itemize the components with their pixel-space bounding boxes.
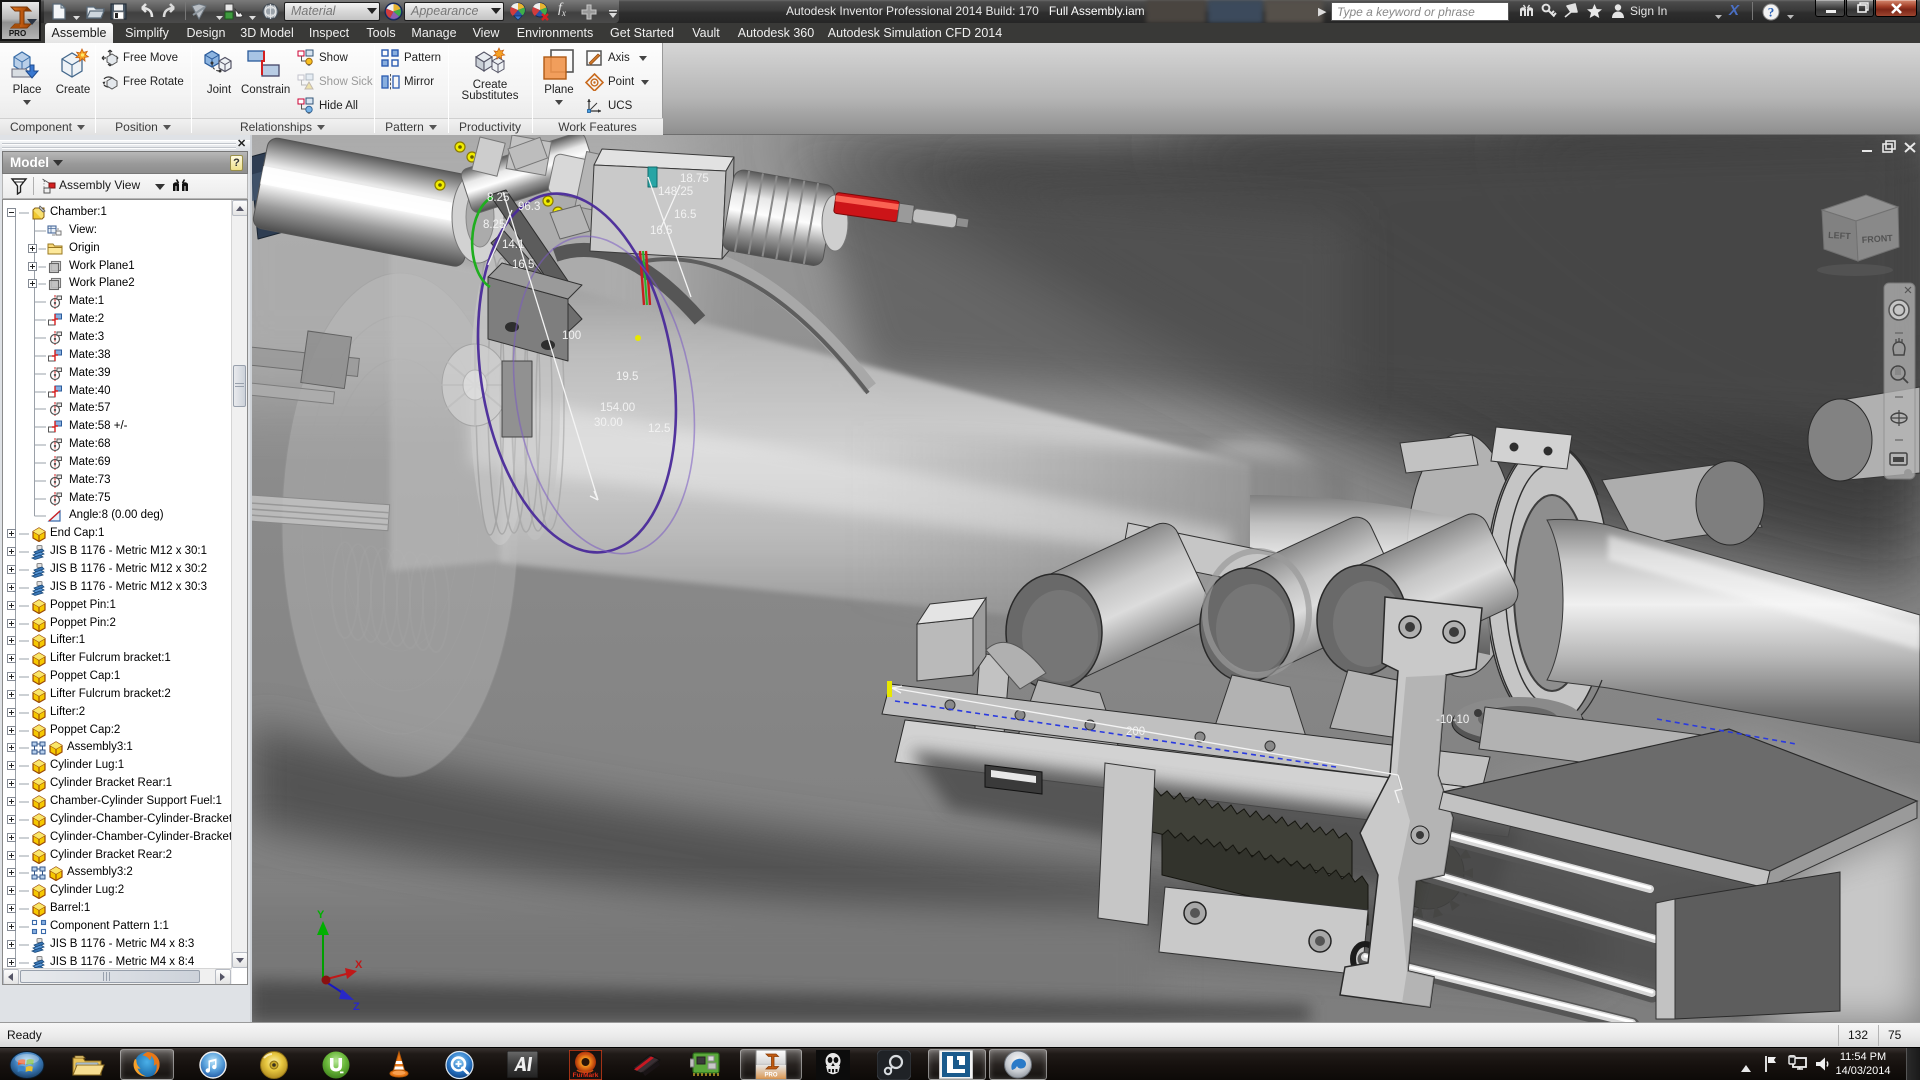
svg-text:16.5: 16.5 [512, 259, 534, 271]
svg-text:FurMark: FurMark [573, 1072, 599, 1079]
svg-text:-10-10: -10-10 [1436, 714, 1469, 726]
svg-text:Y: Y [317, 909, 325, 921]
svg-text:100: 100 [562, 330, 581, 342]
svg-text:14.1: 14.1 [502, 239, 524, 251]
svg-text:8.25: 8.25 [483, 219, 505, 231]
svg-text:X: X [355, 959, 363, 971]
svg-text:?: ? [1768, 5, 1775, 20]
svg-text:200: 200 [1126, 726, 1145, 738]
svg-text:96.3: 96.3 [518, 201, 540, 213]
svg-text:154.00: 154.00 [600, 402, 635, 414]
svg-text:16.5: 16.5 [650, 225, 672, 237]
svg-text:8.25: 8.25 [487, 192, 509, 204]
svg-text:18.75: 18.75 [680, 173, 709, 185]
svg-text:Z: Z [353, 1001, 360, 1013]
svg-text:LEFT: LEFT [1828, 230, 1851, 241]
svg-text:PRO: PRO [764, 1073, 777, 1079]
svg-text:148.25: 148.25 [658, 186, 693, 198]
svg-text:30.00: 30.00 [594, 417, 623, 429]
svg-text:16.5: 16.5 [674, 209, 696, 221]
svg-text:12.5: 12.5 [648, 423, 670, 435]
svg-text:19.5: 19.5 [616, 371, 638, 383]
